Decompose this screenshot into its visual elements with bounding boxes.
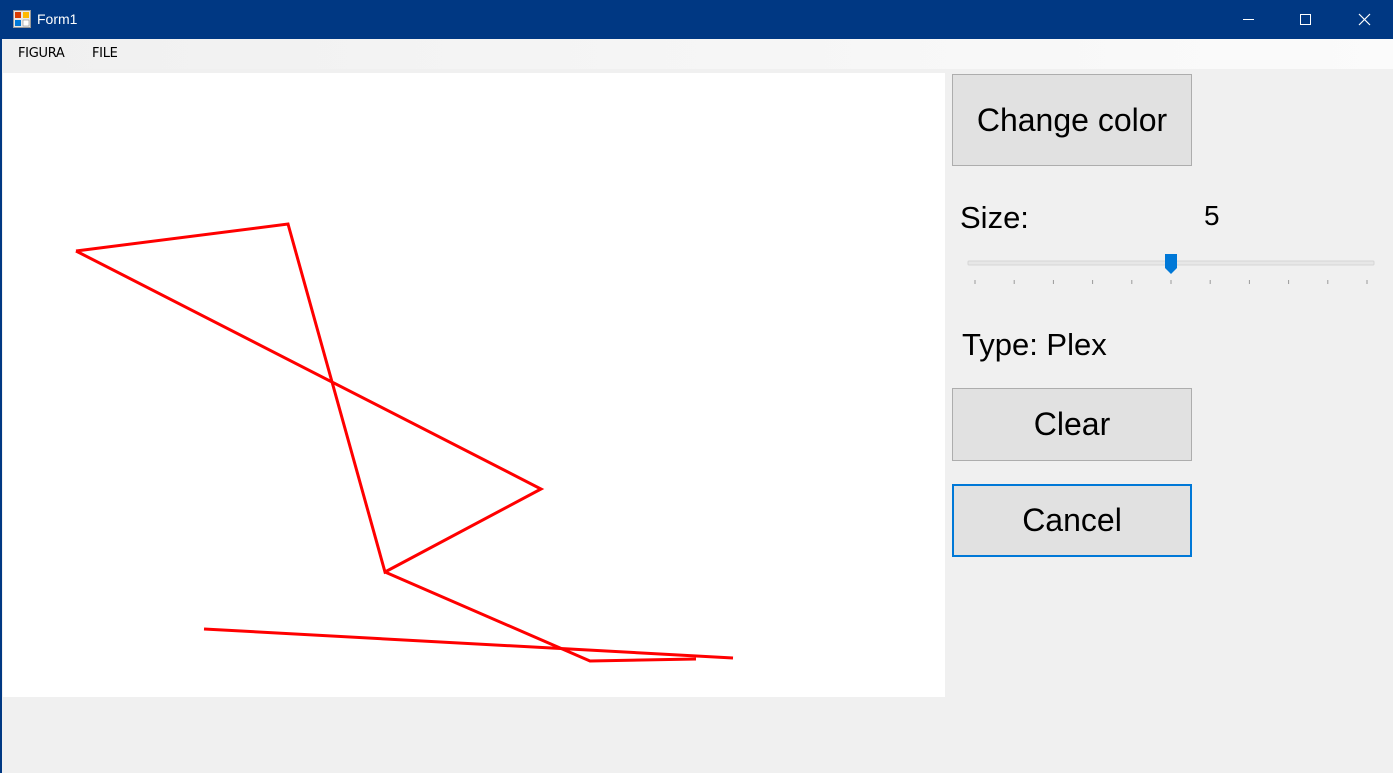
maximize-button[interactable]: [1277, 0, 1335, 39]
close-button[interactable]: [1335, 0, 1393, 39]
close-icon: [1358, 13, 1371, 26]
minimize-button[interactable]: [1219, 0, 1277, 39]
cancel-button[interactable]: Cancel: [952, 484, 1192, 557]
drawing-surface[interactable]: [3, 73, 945, 697]
size-label: Size:: [960, 200, 1029, 235]
menu-item-file[interactable]: FILE: [92, 46, 118, 61]
minimize-icon: [1243, 19, 1254, 20]
change-color-button[interactable]: Change color: [952, 74, 1192, 166]
title-bar: Form1: [0, 0, 1393, 39]
size-slider-thumb[interactable]: [1165, 254, 1177, 274]
app-icon: [13, 10, 31, 28]
size-slider-ticks: [974, 280, 1368, 284]
type-label: Type: Plex: [962, 327, 1107, 362]
menu-bar: FIGURA FILE: [0, 39, 1393, 69]
polyline-line: [203, 627, 734, 660]
polyline-figure: [75, 222, 545, 575]
menu-item-figura[interactable]: FIGURA: [18, 46, 65, 61]
size-slider-track[interactable]: [965, 250, 1377, 290]
maximize-icon: [1300, 14, 1311, 25]
size-value: 5: [1204, 200, 1220, 231]
size-slider[interactable]: [965, 250, 1377, 290]
clear-button[interactable]: Clear: [952, 388, 1192, 461]
drawing-canvas[interactable]: [3, 73, 945, 697]
window-title: Form1: [37, 11, 78, 27]
window-border: [0, 39, 2, 773]
